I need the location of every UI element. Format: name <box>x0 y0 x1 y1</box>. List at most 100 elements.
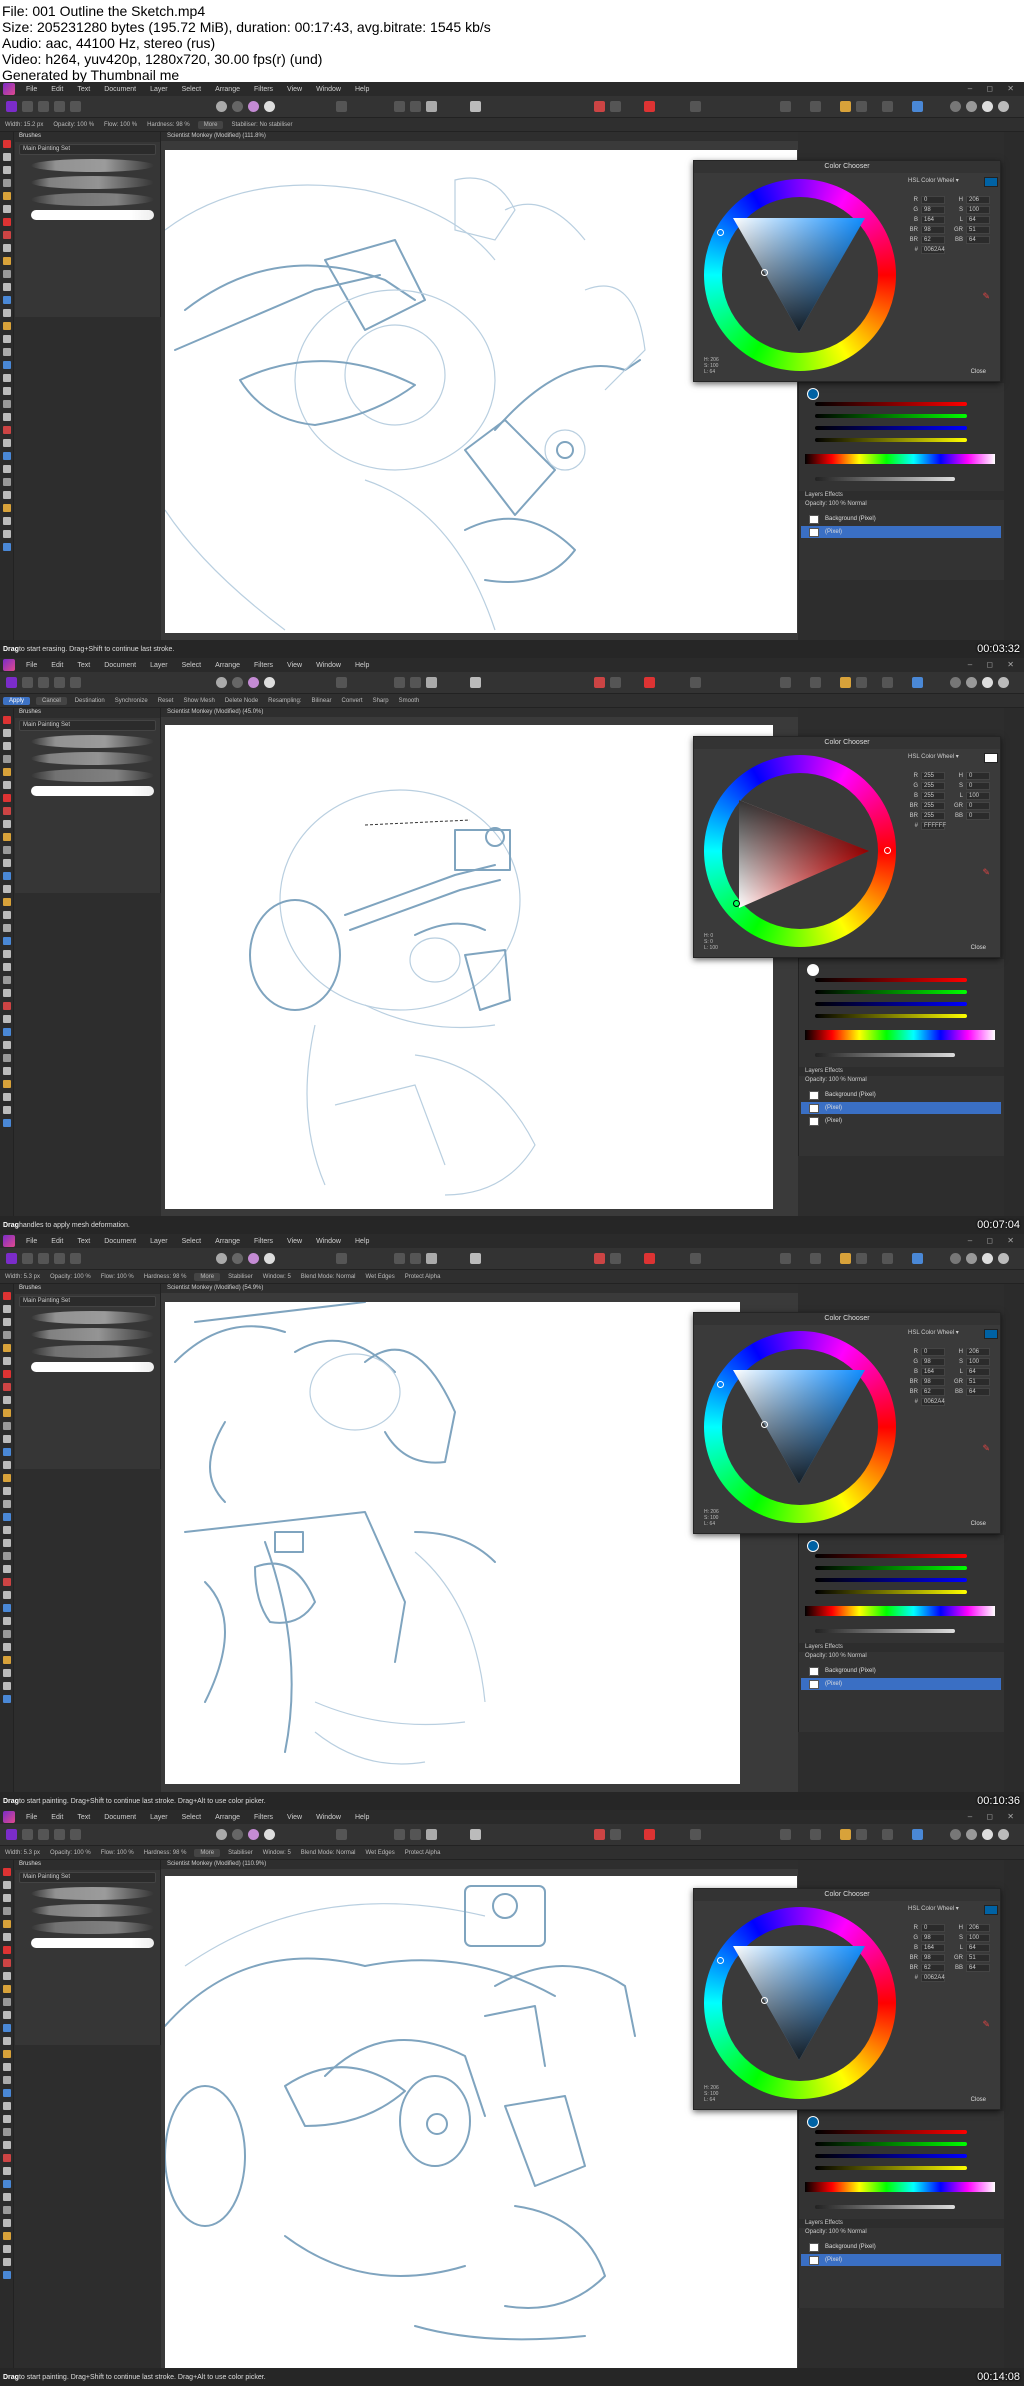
tool-icon[interactable] <box>3 1894 11 1902</box>
red-slider[interactable] <box>815 1554 967 1558</box>
menu-file[interactable]: File <box>19 1238 44 1245</box>
menu-view[interactable]: View <box>280 1814 309 1821</box>
auto-contrast-icon[interactable] <box>232 101 243 112</box>
tool-icon[interactable] <box>3 2271 11 2279</box>
menu-select[interactable]: Select <box>175 1238 208 1245</box>
saturation-handle[interactable] <box>733 900 740 907</box>
color-value-field[interactable]: 255 <box>921 812 945 820</box>
tool-icon[interactable] <box>3 2115 11 2123</box>
layer-row[interactable]: (Pixel) <box>801 1102 1001 1114</box>
current-color-swatch[interactable] <box>984 1329 998 1339</box>
layer-opacity-blend[interactable]: Opacity: 100 % Normal <box>805 1077 867 1083</box>
menu-window[interactable]: Window <box>309 86 348 93</box>
color-value-field[interactable]: 0 <box>921 196 945 204</box>
menu-edit[interactable]: Edit <box>44 662 70 669</box>
tool-icon[interactable] <box>3 1318 11 1326</box>
color-value-field[interactable]: 98 <box>921 1358 945 1366</box>
refine-icon[interactable] <box>470 1829 481 1840</box>
saturation-triangle[interactable] <box>729 1942 869 2064</box>
navigator-icon[interactable] <box>966 1253 977 1264</box>
tool-icon[interactable] <box>3 1604 11 1612</box>
color-value-field[interactable]: 51 <box>966 226 990 234</box>
color-mode-select[interactable]: HSL Color Wheel ▾ <box>908 1905 959 1912</box>
color-value-field[interactable]: 0062A4 <box>921 1974 945 1982</box>
tool-icon[interactable] <box>3 400 11 408</box>
color-value-field[interactable]: 51 <box>966 1378 990 1386</box>
tool-icon[interactable] <box>3 205 11 213</box>
saturation-triangle[interactable] <box>729 214 869 336</box>
tool-icon[interactable] <box>3 781 11 789</box>
color-value-field[interactable]: 206 <box>966 1348 990 1356</box>
grid-icon[interactable] <box>610 1829 621 1840</box>
tool-icon[interactable] <box>3 296 11 304</box>
auto-levels-icon[interactable] <box>216 1829 227 1840</box>
menu-arrange[interactable]: Arrange <box>208 1814 247 1821</box>
tool-icon[interactable] <box>3 1972 11 1980</box>
tool-icon[interactable] <box>3 1959 11 1967</box>
grid-icon[interactable] <box>610 1253 621 1264</box>
persona-liquify-icon[interactable] <box>22 677 33 688</box>
navigator-icon[interactable] <box>966 677 977 688</box>
tool-icon[interactable] <box>3 1513 11 1521</box>
menu-view[interactable]: View <box>280 1238 309 1245</box>
color-value-field[interactable]: 100 <box>966 1358 990 1366</box>
tool-icon[interactable] <box>3 937 11 945</box>
fill-color-icon[interactable] <box>807 964 819 976</box>
menu-layer[interactable]: Layer <box>143 1814 175 1821</box>
brush-preset[interactable] <box>31 769 154 782</box>
green-slider[interactable] <box>815 990 967 994</box>
menu-layer[interactable]: Layer <box>143 1238 175 1245</box>
context-option[interactable]: Destination <box>70 698 110 704</box>
tool-icon[interactable] <box>3 1002 11 1010</box>
tool-icon[interactable] <box>3 1041 11 1049</box>
color-value-field[interactable]: 64 <box>966 216 990 224</box>
eyedropper-icon[interactable]: ✎ <box>982 2019 990 2030</box>
color-value-field[interactable]: 0 <box>966 772 990 780</box>
saturation-triangle[interactable] <box>729 1366 869 1488</box>
tool-icon[interactable] <box>3 1409 11 1417</box>
tool-icon[interactable] <box>3 1028 11 1036</box>
grid-icon[interactable] <box>610 677 621 688</box>
layer-opacity-blend[interactable]: Opacity: 100 % Normal <box>805 501 867 507</box>
tool-icon[interactable] <box>3 1500 11 1508</box>
brush-set-select[interactable]: Main Painting Set <box>19 1872 156 1883</box>
tool-icon[interactable] <box>3 976 11 984</box>
rotate-icon[interactable] <box>912 677 923 688</box>
tool-icon[interactable] <box>3 270 11 278</box>
context-option[interactable]: Flow: 100 % <box>99 122 142 128</box>
context-option[interactable]: Window: 5 <box>258 1274 296 1280</box>
opacity-slider[interactable] <box>815 1053 955 1057</box>
tool-icon[interactable] <box>3 2154 11 2162</box>
color-value-field[interactable]: 100 <box>966 792 990 800</box>
align-icon[interactable] <box>810 101 821 112</box>
menu-file[interactable]: File <box>19 1814 44 1821</box>
menu-filters[interactable]: Filters <box>247 86 280 93</box>
document-tab[interactable]: Scientist Monkey (Modified) (110.9%) <box>161 1860 798 1869</box>
eyedropper-icon[interactable]: ✎ <box>982 867 990 878</box>
context-option[interactable]: Hardness: 98 % <box>142 122 195 128</box>
blue-slider[interactable] <box>815 1002 967 1006</box>
tool-icon[interactable] <box>3 2102 11 2110</box>
account-icon[interactable] <box>998 677 1009 688</box>
auto-contrast-icon[interactable] <box>232 677 243 688</box>
distribute-icon[interactable] <box>856 1829 867 1840</box>
zoom-icon[interactable] <box>982 1253 993 1264</box>
tool-icon[interactable] <box>3 192 11 200</box>
brush-preset[interactable] <box>31 176 154 189</box>
transform-icon[interactable] <box>840 677 851 688</box>
brushes-tab[interactable]: Brushes <box>15 1860 160 1870</box>
persona-tone-icon[interactable] <box>54 677 65 688</box>
menu-help[interactable]: Help <box>348 1238 376 1245</box>
tool-icon[interactable] <box>3 231 11 239</box>
context-option[interactable]: Protect Alpha <box>400 1850 446 1856</box>
selection-icon[interactable] <box>394 677 405 688</box>
view-icon[interactable] <box>950 1253 961 1264</box>
color-value-field[interactable]: 64 <box>966 1964 990 1972</box>
red-slider[interactable] <box>815 978 967 982</box>
layer-row[interactable]: (Pixel) <box>801 2254 1001 2266</box>
wand-icon[interactable] <box>690 1253 701 1264</box>
menu-document[interactable]: Document <box>97 86 143 93</box>
persona-liquify-icon[interactable] <box>22 1829 33 1840</box>
document-tab[interactable]: Scientist Monkey (Modified) (111.8%) <box>161 132 798 141</box>
tool-icon[interactable] <box>3 1015 11 1023</box>
